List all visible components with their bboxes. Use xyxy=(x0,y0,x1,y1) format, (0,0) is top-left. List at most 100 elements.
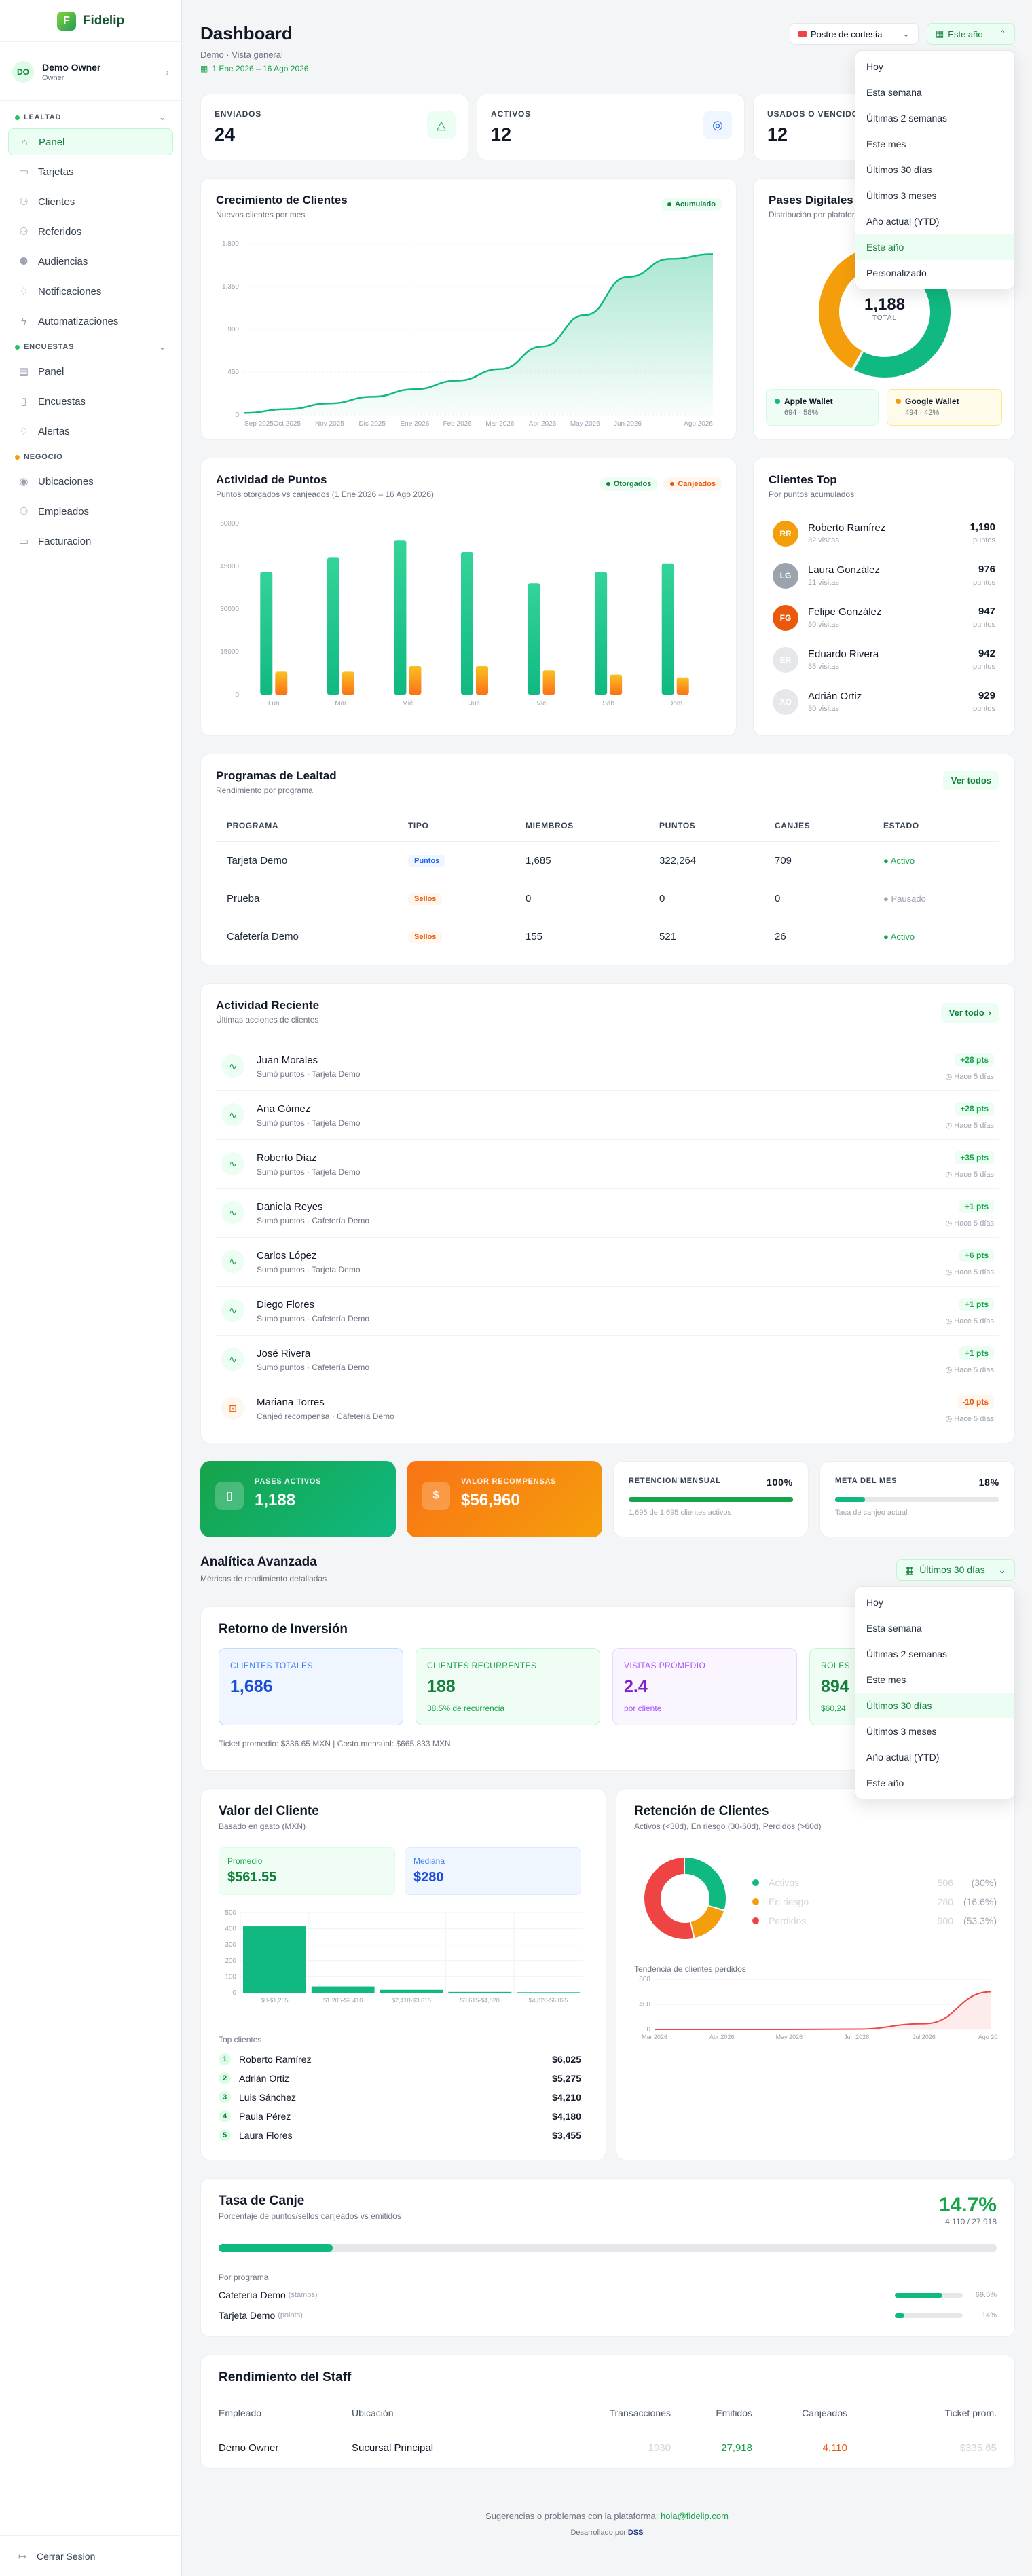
dropdown-option-ytd[interactable]: Año actual (YTD) xyxy=(855,1744,1014,1770)
location-select[interactable]: Postre de cortesía ⌄ xyxy=(790,23,919,45)
sidebar-item-encuestas[interactable]: ▯ Encuestas xyxy=(8,388,173,415)
list-item[interactable]: ∿ Juan Morales Sumó puntos · Tarjeta Demo +… xyxy=(216,1042,999,1091)
table-row[interactable]: Demo Owner Sucursal Principal 1930 27,91… xyxy=(219,2429,997,2467)
list-item[interactable]: ER Eduardo Rivera 35 visitas 942 puntos xyxy=(769,640,999,681)
rank-badge: 1 xyxy=(219,2053,231,2065)
y-tick-label: 60000 xyxy=(220,520,239,528)
rank-badge: 5 xyxy=(219,2129,231,2141)
trend-icon: ∿ xyxy=(221,1348,244,1371)
dropdown-option-este-ano[interactable]: Este año xyxy=(855,1770,1014,1796)
list-item[interactable]: ∿ Daniela Reyes Sumó puntos · Cafetería De… xyxy=(216,1189,999,1238)
sidebar-item-clientes[interactable]: ⚇ Clientes xyxy=(8,188,173,215)
list-item[interactable]: RR Roberto Ramírez 32 visitas 1,190 puntos xyxy=(769,514,999,555)
rank-badge: 2 xyxy=(219,2072,231,2084)
x-tick-label: May 2026 xyxy=(776,2034,803,2040)
employee-cell: Demo Owner xyxy=(219,2442,279,2454)
dropdown-option-ultimos-3-meses[interactable]: Últimos 3 meses xyxy=(855,183,1014,208)
sidebar-item-referidos[interactable]: ⚇ Referidos xyxy=(8,218,173,245)
sidebar-item-panel[interactable]: ⌂ Panel xyxy=(8,128,173,155)
y-tick-label: 0 xyxy=(232,1989,236,1997)
view-all-programs-button[interactable]: Ver todos xyxy=(942,771,999,790)
list-item[interactable]: AO Adrián Ortiz 30 visitas 929 puntos xyxy=(769,682,999,723)
list-item[interactable]: ∿ José Rivera Sumó puntos · Cafetería Demo… xyxy=(216,1336,999,1384)
roi-box-recurring: CLIENTES RECURRENTES 188 38.5% de recurr… xyxy=(416,1648,600,1725)
bar-canjeados xyxy=(676,677,689,695)
kpi-label: ENVIADOS xyxy=(215,109,262,119)
card-subtitle: Puntos otorgados vs canjeados (1 Ene 202… xyxy=(216,490,434,499)
support-email-link[interactable]: hola@fidelip.com xyxy=(661,2511,729,2521)
view-all-activity-button[interactable]: Ver todo › xyxy=(940,1003,999,1023)
dropdown-option-este-mes[interactable]: Este mes xyxy=(855,131,1014,157)
kpi-value: 12 xyxy=(491,124,512,145)
x-tick-label: Dom xyxy=(668,700,682,707)
sidebar-item-facturacion[interactable]: ▭ Facturacion xyxy=(8,528,173,555)
sidebar-item-encuestas-panel[interactable]: ▤ Panel xyxy=(8,358,173,385)
table-row[interactable]: Tarjeta Demo Puntos 1,685 322,264 709 ● … xyxy=(216,841,999,879)
list-item[interactable]: 2 Adrián Ortiz $5,275 xyxy=(219,2069,581,2088)
sidebar-item-label: Panel xyxy=(38,365,64,378)
location-select-value: Postre de cortesía xyxy=(811,29,883,39)
histogram-bar xyxy=(243,1926,306,1993)
list-item[interactable]: ∿ Roberto Díaz Sumó puntos · Tarjeta Demo +… xyxy=(216,1140,999,1189)
dropdown-option-ytd[interactable]: Año actual (YTD) xyxy=(855,208,1014,234)
x-tick-label: Abr 2026 xyxy=(710,2034,735,2040)
list-item[interactable]: ∿ Carlos López Sumó puntos · Tarjeta Demo +… xyxy=(216,1238,999,1287)
list-item[interactable]: 5 Laura Flores $3,455 xyxy=(219,2126,581,2145)
list-item[interactable]: FG Felipe González 30 visitas 947 puntos xyxy=(769,598,999,639)
dropdown-option-ultimas-2-semanas[interactable]: Últimas 2 semanas xyxy=(855,105,1014,131)
section-negocio[interactable]: NEGOCIO xyxy=(0,449,181,465)
list-item[interactable]: 3 Luis Sánchez $4,210 xyxy=(219,2088,581,2107)
goal-progress xyxy=(835,1497,999,1502)
card-subtitle: Activos (<30d), En riesgo (30-60d), Perd… xyxy=(634,1822,822,1831)
user-switcher[interactable]: DO Demo Owner Owner › xyxy=(12,54,169,90)
dropdown-option-ultimas-2-semanas[interactable]: Últimas 2 semanas xyxy=(855,1641,1014,1667)
x-tick-label: Abr 2026 xyxy=(529,420,557,428)
dropdown-option-hoy[interactable]: Hoy xyxy=(855,54,1014,79)
list-item[interactable]: ∿ Diego Flores Sumó puntos · Cafetería Dem… xyxy=(216,1287,999,1336)
median-label: Mediana xyxy=(413,1856,445,1866)
list-item[interactable]: 1 Roberto Ramírez $6,025 xyxy=(219,2050,581,2069)
table-row[interactable]: Prueba Sellos 0 0 0 ● Pausado xyxy=(216,879,999,917)
dropdown-option-este-mes[interactable]: Este mes xyxy=(855,1667,1014,1693)
dropdown-option-este-ano[interactable]: Este año xyxy=(855,234,1014,260)
x-tick-label: $0-$1,205 xyxy=(261,1997,289,2004)
period-select[interactable]: ▦ Este año ⌃ xyxy=(927,23,1015,45)
list-item[interactable]: ∿ Ana Gómez Sumó puntos · Tarjeta Demo +28 … xyxy=(216,1091,999,1140)
sidebar-item-empleados[interactable]: ⚇ Empleados xyxy=(8,498,173,525)
section-lealtad[interactable]: LEALTAD ⌄ xyxy=(0,109,181,126)
y-tick-label: 500 xyxy=(225,1909,236,1917)
sidebar-item-ubicaciones[interactable]: ◉ Ubicaciones xyxy=(8,468,173,495)
dropdown-option-hoy[interactable]: Hoy xyxy=(855,1589,1014,1615)
list-item[interactable]: 4 Paula Pérez $4,180 xyxy=(219,2107,581,2126)
dropdown-option-esta-semana[interactable]: Esta semana xyxy=(855,79,1014,105)
points-label: puntos xyxy=(972,536,995,545)
section-encuestas[interactable]: ENCUESTAS ⌄ xyxy=(0,339,181,355)
developer-logo[interactable]: DSS xyxy=(628,2528,644,2537)
roi-label: VISITAS PROMEDIO xyxy=(624,1661,706,1670)
legend-detail: 694 · 58% xyxy=(784,409,819,417)
table-row[interactable]: Cafetería Demo Sellos 155 521 26 ● Activ… xyxy=(216,917,999,955)
staff-card: Rendimiento del Staff Empleado Ubicación… xyxy=(200,2355,1015,2469)
x-tick-label: Vie xyxy=(536,700,547,707)
x-tick-label: Feb 2026 xyxy=(443,420,473,428)
histogram-bar xyxy=(517,1992,580,1993)
list-item[interactable]: ⊡ Mariana Torres Canjeó recompensa · Cafet… xyxy=(216,1384,999,1433)
sidebar-item-automatizaciones[interactable]: ϟ Automatizaciones xyxy=(8,308,173,335)
sidebar-item-alertas[interactable]: ♢ Alertas xyxy=(8,418,173,445)
list-item[interactable]: LG Laura González 21 visitas 976 puntos xyxy=(769,556,999,597)
advanced-period-select[interactable]: ▦ Últimos 30 días ⌄ xyxy=(896,1559,1015,1581)
dropdown-option-esta-semana[interactable]: Esta semana xyxy=(855,1615,1014,1641)
logout-button[interactable]: ↦ Cerrar Sesion xyxy=(0,2535,182,2576)
dropdown-option-ultimos-30-dias[interactable]: Últimos 30 días xyxy=(855,1693,1014,1718)
dropdown-option-ultimos-3-meses[interactable]: Últimos 3 meses xyxy=(855,1718,1014,1744)
dropdown-option-personalizado[interactable]: Personalizado xyxy=(855,260,1014,286)
sidebar-item-audiencias[interactable]: ⚉ Audiencias xyxy=(8,248,173,275)
sidebar-item-tarjetas[interactable]: ▭ Tarjetas xyxy=(8,158,173,185)
sidebar-item-notificaciones[interactable]: ♢ Notificaciones xyxy=(8,278,173,305)
client-name: Laura Flores xyxy=(239,2130,293,2141)
brand[interactable]: F Fidelip xyxy=(0,0,181,42)
dropdown-option-ultimos-30-dias[interactable]: Últimos 30 días xyxy=(855,157,1014,183)
customer-value-card: Valor del Cliente Basado en gasto (MXN) … xyxy=(200,1788,606,2160)
legend-pct: (53.3%) xyxy=(963,1915,997,1926)
legend-count: 506 xyxy=(937,1877,953,1888)
